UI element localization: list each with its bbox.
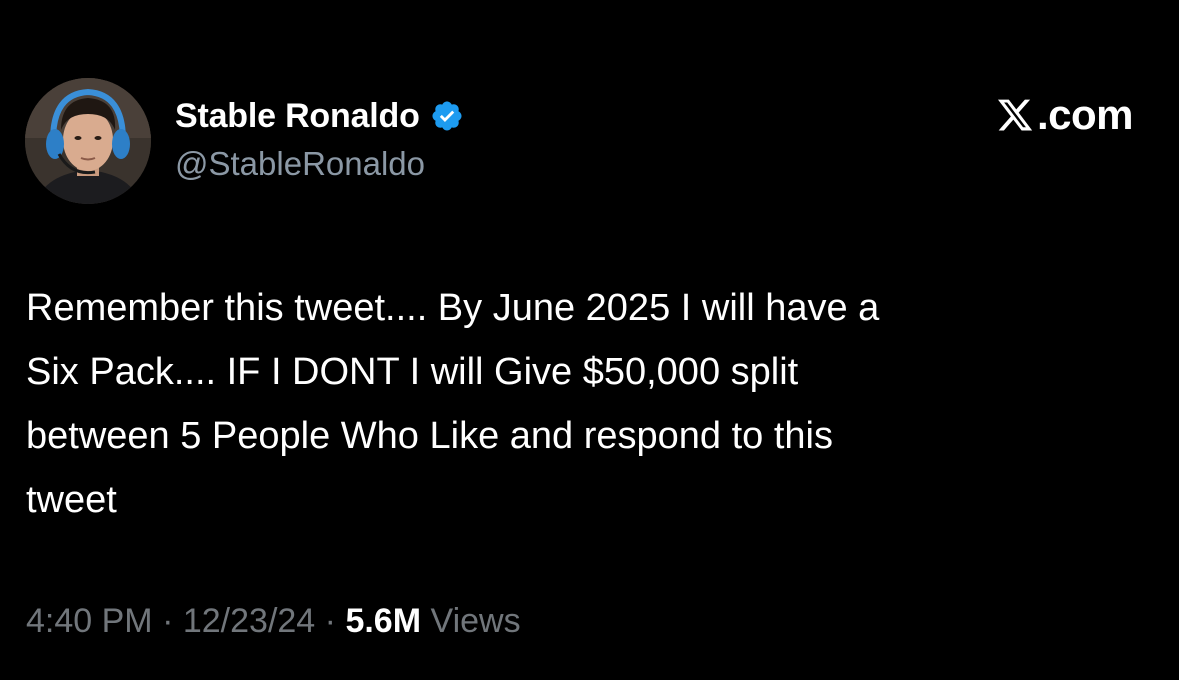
x-logo-icon [996, 96, 1034, 134]
profile-photo-avatar-icon [25, 78, 151, 204]
tweet-text-line: between 5 People Who Like and respond to… [26, 415, 833, 457]
brand-domain-text: .com [1036, 91, 1134, 138]
brand-watermark: .com [996, 91, 1134, 138]
tweet-text-line: Remember this tweet.... By June 2025 I w… [26, 287, 880, 329]
avatar[interactable] [25, 78, 151, 204]
views-label: Views [430, 602, 521, 640]
tweet-date[interactable]: 12/23/24 [183, 602, 315, 640]
views-count: 5.6M [345, 602, 422, 640]
tweet-card: Stable Ronaldo @StableRonaldo .com Remem… [0, 0, 1179, 680]
tweet-text: Remember this tweet.... By June 2025 I w… [26, 276, 1146, 532]
meta-separator: · [162, 602, 174, 640]
display-name[interactable]: Stable Ronaldo [175, 97, 420, 136]
tweet-text-line: tweet [26, 479, 117, 521]
display-name-row: Stable Ronaldo [175, 96, 464, 136]
tweet-meta: 4:40 PM · 12/23/24 · 5.6M Views [26, 602, 521, 641]
tweet-time[interactable]: 4:40 PM [26, 602, 153, 640]
meta-separator: · [324, 602, 336, 640]
tweet-text-line: Six Pack.... IF I DONT I will Give $50,0… [26, 351, 799, 393]
user-handle[interactable]: @StableRonaldo [175, 145, 425, 183]
verified-badge-icon [430, 99, 464, 133]
